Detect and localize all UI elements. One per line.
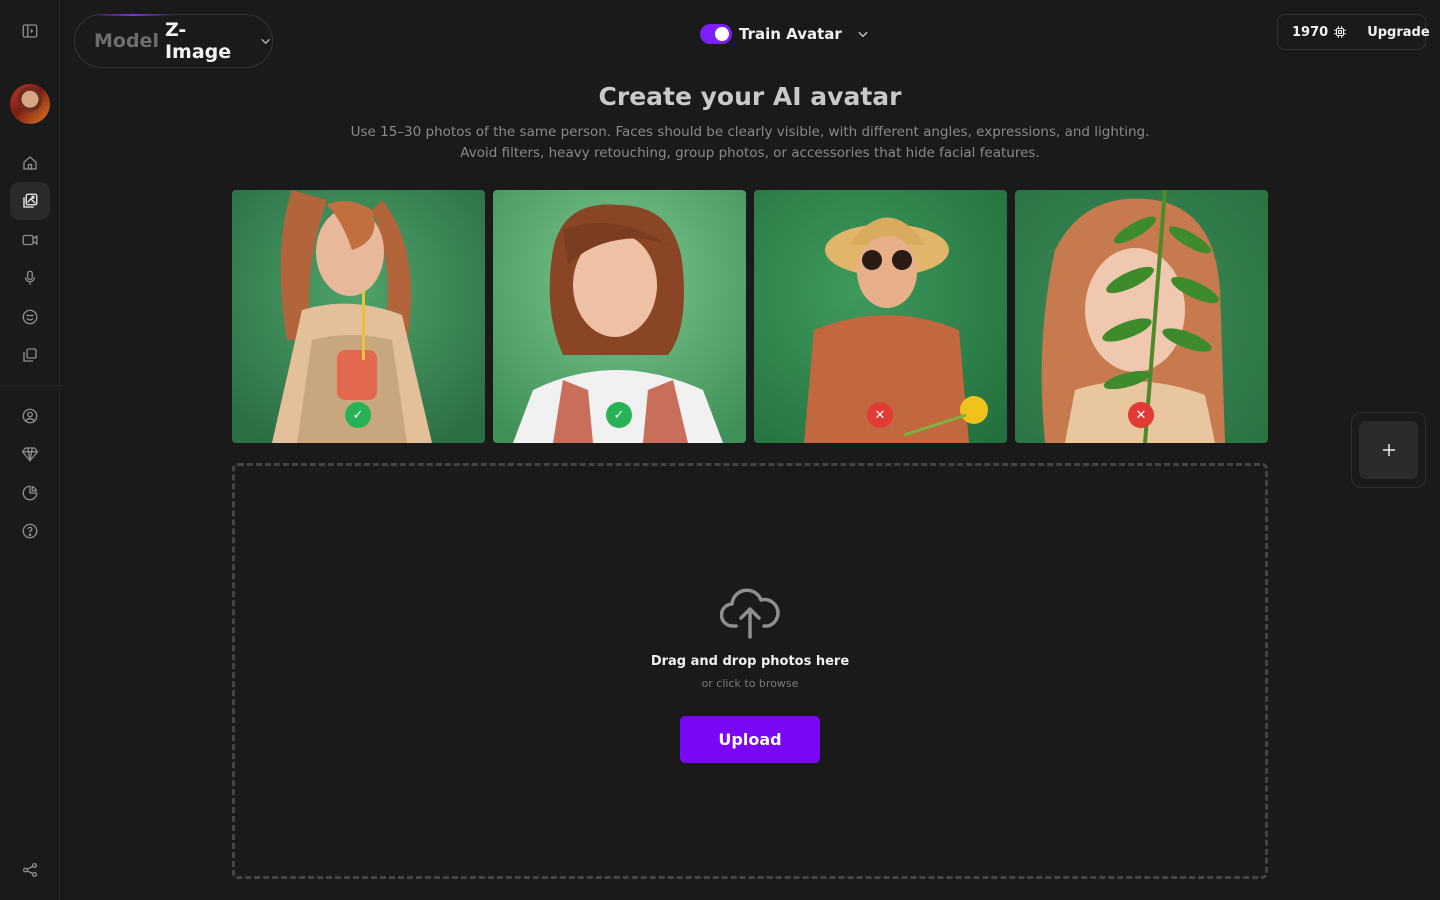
- sidebar-item-profile[interactable]: [10, 397, 50, 435]
- add-photo-button[interactable]: [1351, 412, 1426, 488]
- upload-button[interactable]: Upload: [680, 716, 820, 763]
- chevron-down-icon: [260, 38, 270, 45]
- model-selector-highlight: [93, 14, 173, 16]
- subtitle-line-1: Use 15–30 photos of the same person. Fac…: [350, 124, 1150, 140]
- sidebar-item-usage[interactable]: [10, 474, 50, 512]
- sidebar-item-share[interactable]: [10, 851, 50, 889]
- microphone-icon: [24, 270, 36, 285]
- chip-icon: [1334, 26, 1347, 38]
- sidebar-item-video[interactable]: [10, 221, 50, 259]
- chevron-down-icon[interactable]: [856, 27, 870, 41]
- photo-status-rejected: ✕: [1128, 402, 1154, 428]
- copy-icon: [23, 348, 37, 362]
- sidebar: [0, 0, 60, 900]
- avatar[interactable]: [10, 84, 50, 124]
- image-gallery-icon: [23, 193, 38, 208]
- model-selector[interactable]: Model Z-Image: [74, 14, 273, 68]
- photo-status-approved: ✓: [606, 402, 632, 428]
- sidebar-item-home[interactable]: [10, 144, 50, 182]
- plus-icon: [1382, 444, 1395, 456]
- model-label: Model: [94, 30, 159, 52]
- home-icon: [23, 156, 37, 170]
- diamond-icon: [21, 447, 39, 462]
- toggle-knob: [715, 27, 729, 41]
- help-icon: [22, 523, 38, 539]
- credits-count[interactable]: 1970: [1278, 25, 1347, 40]
- sidebar-item-premium[interactable]: [10, 435, 50, 473]
- train-avatar-toggle[interactable]: [700, 24, 732, 44]
- emoji-icon: [22, 309, 38, 325]
- sidebar-item-image[interactable]: [10, 182, 50, 220]
- model-name: Z-Image: [164, 19, 232, 63]
- page-title: Create your AI avatar: [598, 82, 902, 111]
- subtitle-line-2: Avoid filters, heavy retouching, group p…: [460, 145, 1040, 161]
- user-icon: [22, 408, 38, 424]
- upgrade-button[interactable]: Upgrade: [1367, 25, 1429, 40]
- train-avatar-control[interactable]: Train Avatar: [700, 22, 870, 46]
- video-icon: [22, 234, 38, 246]
- train-avatar-label: Train Avatar: [739, 25, 842, 43]
- sidebar-toggle-button[interactable]: [10, 12, 50, 50]
- photo-dropzone[interactable]: [232, 463, 1268, 879]
- sidebar-item-emoji[interactable]: [10, 298, 50, 336]
- photo-status-approved: ✓: [345, 402, 371, 428]
- add-photo-inner: [1359, 421, 1418, 479]
- sidebar-toggle-icon: [22, 24, 38, 38]
- credits-panel: 1970 Upgrade: [1277, 14, 1430, 50]
- pie-chart-icon: [22, 485, 38, 501]
- sidebar-item-audio[interactable]: [10, 259, 50, 297]
- dropzone-title: Drag and drop photos here: [650, 654, 850, 669]
- sidebar-item-help[interactable]: [10, 512, 50, 550]
- dropzone-hint: or click to browse: [701, 677, 799, 690]
- sidebar-item-library[interactable]: [10, 336, 50, 374]
- credits-value: 1970: [1292, 24, 1329, 40]
- cloud-upload-icon: [720, 588, 780, 639]
- share-icon: [22, 862, 38, 878]
- sidebar-divider: [0, 385, 60, 386]
- photo-status-rejected: ✕: [867, 402, 893, 428]
